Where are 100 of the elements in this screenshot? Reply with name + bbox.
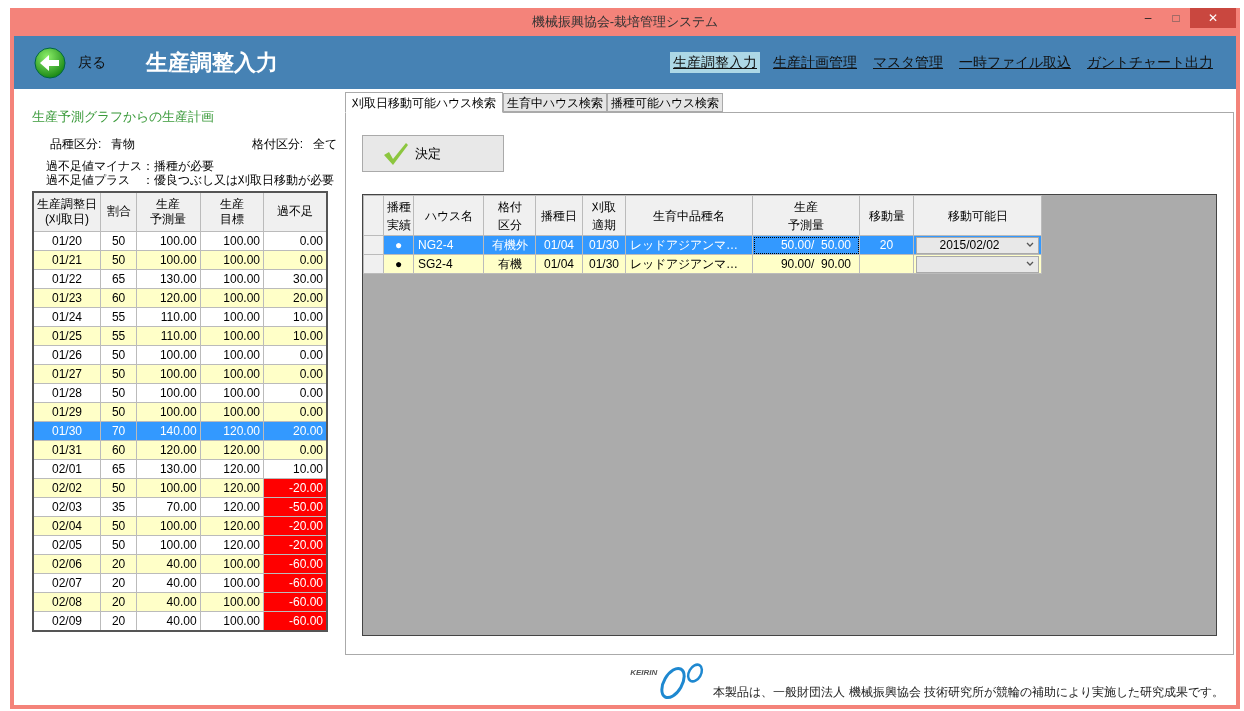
tab[interactable]: 播種可能ハウス検索	[607, 93, 723, 112]
table-cell: 50	[100, 364, 137, 384]
table-cell: 01/21	[33, 250, 101, 270]
back-link[interactable]: 戻る	[78, 52, 106, 73]
table-cell: 100.00	[200, 383, 264, 403]
logo-text: KEIRIN	[630, 667, 658, 679]
table-cell: 02/03	[33, 497, 101, 517]
table-cell: 20	[100, 592, 137, 612]
table-cell: 01/29	[33, 402, 101, 422]
table-cell: 60	[100, 440, 137, 460]
nav-link[interactable]: マスタ管理	[870, 52, 946, 73]
tab[interactable]: 生育中ハウス検索	[503, 93, 607, 112]
table-cell: 50	[100, 231, 137, 251]
table-cell: 100.00	[200, 364, 264, 384]
close-button[interactable]: ✕	[1190, 8, 1236, 28]
table-cell: 100.00	[200, 307, 264, 327]
table-cell: 01/30	[33, 421, 101, 441]
table-cell: 70.00	[136, 497, 201, 517]
column-header: 格付	[496, 198, 523, 216]
table-cell: レッドアジアンマ…	[625, 235, 753, 255]
section-heading: 生産予測グラフからの生産計画	[32, 108, 215, 126]
table-cell: 140.00	[136, 421, 201, 441]
column-header: 生産	[793, 198, 819, 216]
column-header: 生産	[155, 196, 182, 212]
table-cell: レッドアジアンマ…	[625, 254, 753, 274]
note-text: 過不足値プラス ：優良つぶし又は刈取日移動が必要	[46, 172, 335, 187]
table-cell: 20	[859, 235, 914, 255]
nav-link[interactable]: 一時ファイル取込	[956, 52, 1074, 73]
variety-value: 青物	[111, 135, 136, 153]
table-cell: 100.00	[136, 345, 201, 365]
table-cell: 01/22	[33, 269, 101, 289]
checkmark-icon	[383, 141, 409, 166]
column-header: 区分	[496, 216, 523, 234]
table-cell: 02/08	[33, 592, 101, 612]
table-cell: 60	[100, 288, 137, 308]
table-cell: 02/01	[33, 459, 101, 479]
table-cell: 01/23	[33, 288, 101, 308]
table-cell: 50.00/ 50.00	[752, 235, 860, 255]
column-header: 移動量	[867, 207, 906, 225]
table-cell: 120.00	[136, 288, 201, 308]
table-cell: 01/26	[33, 345, 101, 365]
table-cell: 65	[100, 269, 137, 289]
table-cell: 40.00	[136, 554, 201, 574]
table-cell: 01/28	[33, 383, 101, 403]
table-cell: 02/06	[33, 554, 101, 574]
table-cell: 100.00	[200, 288, 264, 308]
column-header: 目標	[218, 211, 245, 227]
table-cell: 130.00	[136, 269, 201, 289]
nav-link[interactable]: ガントチャート出力	[1084, 52, 1216, 73]
table-cell: 01/25	[33, 326, 101, 346]
table-cell: 01/31	[33, 440, 101, 460]
table-cell: 01/20	[33, 231, 101, 251]
column-header: (刈取日)	[43, 211, 90, 227]
table-cell: 50	[100, 516, 137, 536]
table-cell: 120.00	[200, 478, 264, 498]
column-header: 生育中品種名	[652, 207, 726, 225]
table-cell: 100.00	[200, 592, 264, 612]
table-cell: 100.00	[200, 326, 264, 346]
table-cell: 70	[100, 421, 137, 441]
minimize-button[interactable]: –	[1134, 8, 1162, 28]
table-cell: 50	[100, 478, 137, 498]
table-cell: 20	[100, 554, 137, 574]
table-cell: 100.00	[136, 516, 201, 536]
table-cell: 120.00	[200, 497, 264, 517]
credit-notice: 本製品は、一般財団法人 機械振興協会 技術研究所が競輪の補助により実施した研究成果です。	[713, 684, 1224, 701]
table-cell: 55	[100, 326, 137, 346]
column-header: 生産調整日	[35, 196, 98, 212]
table-cell: 100.00	[200, 269, 264, 289]
table-cell: 20	[100, 573, 137, 593]
table-cell: 有機外	[483, 235, 536, 255]
table-cell: 100.00	[136, 402, 201, 422]
table-cell: 50	[100, 383, 137, 403]
table-cell: 120.00	[200, 421, 264, 441]
table-cell: 有機	[483, 254, 536, 274]
column-header: 播種日	[540, 207, 578, 225]
column-header: 生産	[218, 196, 245, 212]
table-cell: 40.00	[136, 592, 201, 612]
table-cell: 120.00	[200, 516, 264, 536]
table-cell: 100.00	[200, 345, 264, 365]
table-cell: 120.00	[200, 459, 264, 479]
column-header: 予測量	[787, 216, 825, 234]
table-cell: 100.00	[136, 250, 201, 270]
tab[interactable]: 刈取日移動可能ハウス検索	[345, 92, 503, 113]
column-header: 移動可能日	[946, 207, 1009, 225]
decide-button[interactable]: 決定	[362, 135, 504, 172]
table-cell: 90.00/ 90.00	[752, 254, 860, 274]
table-cell: 120.00	[200, 440, 264, 460]
table-cell: 02/05	[33, 535, 101, 555]
column-header: 過不足	[276, 204, 314, 220]
variety-label: 品種区分:	[50, 135, 102, 153]
date-dropdown[interactable]: 2015/02/02	[916, 236, 1039, 254]
table-cell: SG2-4	[413, 254, 484, 274]
nav-link[interactable]: 生産計画管理	[770, 52, 860, 73]
caret-icon	[1025, 260, 1035, 268]
table-cell: 02/02	[33, 478, 101, 498]
table-cell: 110.00	[136, 326, 201, 346]
nav-link[interactable]: 生産調整入力	[670, 52, 760, 73]
table-cell: 50	[100, 535, 137, 555]
table-cell: 01/30	[582, 254, 626, 274]
table-cell: 120.00	[136, 440, 201, 460]
